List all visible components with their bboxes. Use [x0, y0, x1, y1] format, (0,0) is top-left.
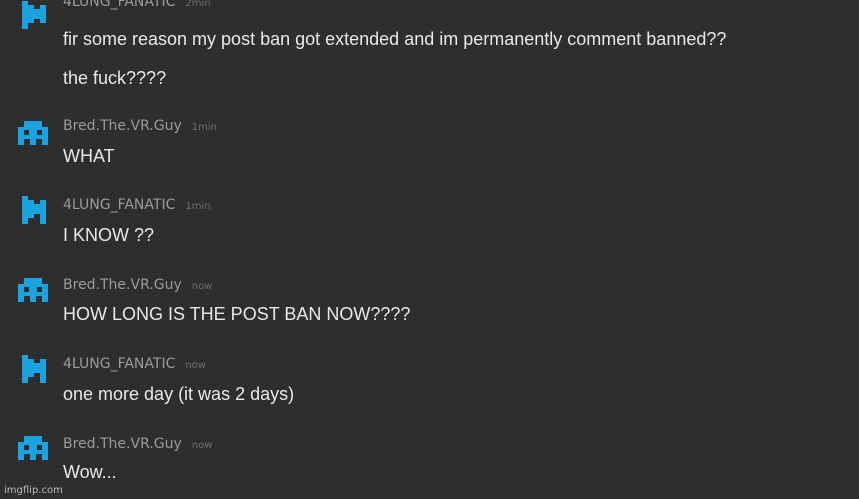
timestamp: now [185, 360, 206, 371]
cyan-invader-avatar-icon[interactable] [18, 436, 48, 464]
timestamp: 1min [185, 201, 211, 212]
comment-meta: 4LUNG_FANATIC 2min [63, 0, 211, 11]
comment-meta: Bred.The.VR.Guy now [63, 435, 212, 453]
blocky-cyan-avatar-icon[interactable] [22, 355, 52, 383]
blocky-cyan-avatar-icon[interactable] [22, 196, 52, 224]
comment-text: one more day (it was 2 days) [63, 384, 295, 404]
username[interactable]: 4LUNG_FANATIC [63, 356, 175, 372]
timestamp: 2min [185, 0, 211, 9]
timestamp: now [191, 440, 213, 451]
comment-meta: 4LUNG_FANATIC now [63, 355, 206, 373]
comment-text: HOW LONG IS THE POST BAN NOW???? [63, 304, 411, 324]
comment-meta: Bred.The.VR.Guy now [63, 276, 212, 294]
comment-meta: 4LUNG_FANATIC 1min [63, 196, 211, 214]
comment-text: I KNOW ?? [63, 225, 155, 245]
comment-text: the fuck???? [63, 68, 167, 88]
timestamp: now [191, 281, 213, 292]
username[interactable]: Bred.The.VR.Guy [63, 277, 182, 293]
imgflip-watermark: imgflip.com [4, 485, 63, 496]
username[interactable]: 4LUNG_FANATIC [63, 197, 175, 213]
username[interactable]: Bred.The.VR.Guy [63, 436, 182, 452]
username[interactable]: 4LUNG_FANATIC [63, 0, 175, 10]
blocky-cyan-avatar-icon[interactable] [22, 1, 52, 29]
cyan-invader-avatar-icon[interactable] [18, 278, 48, 306]
comment-text: WHAT [63, 146, 115, 166]
comment-text: Wow... [63, 462, 117, 482]
timestamp: 1min [191, 122, 217, 133]
username[interactable]: Bred.The.VR.Guy [63, 118, 182, 134]
comment-meta: Bred.The.VR.Guy 1min [63, 117, 217, 135]
comment-text: fir some reason my post ban got extended… [63, 29, 727, 49]
comment-feed: 4LUNG_FANATIC 2min fir some reason my pos… [0, 0, 859, 499]
cyan-invader-avatar-icon[interactable] [18, 121, 48, 149]
